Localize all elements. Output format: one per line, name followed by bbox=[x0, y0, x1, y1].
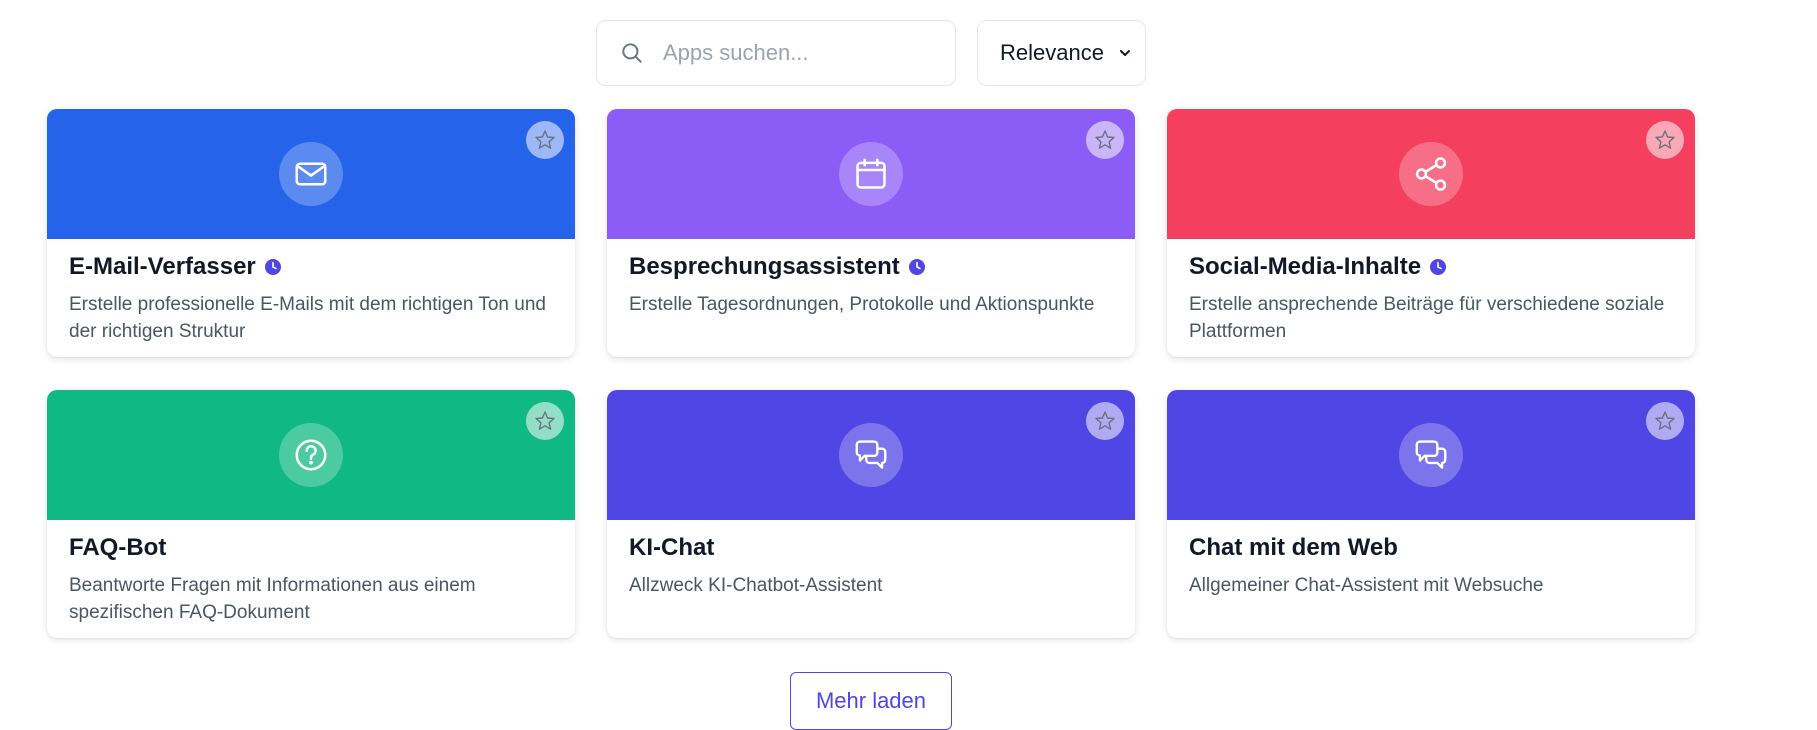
card-body: KI-Chat Allzweck KI-Chatbot-Assistent bbox=[607, 520, 1135, 599]
card-title: E-Mail-Verfasser bbox=[69, 253, 256, 280]
card-description: Allgemeiner Chat-Assistent mit Websuche bbox=[1189, 575, 1544, 596]
card-body: Chat mit dem Web Allgemeiner Chat-Assist… bbox=[1167, 520, 1695, 599]
card-banner bbox=[1167, 390, 1695, 520]
favorite-button[interactable] bbox=[1646, 402, 1684, 440]
card-banner bbox=[607, 390, 1135, 520]
load-more-button[interactable]: Mehr laden bbox=[790, 672, 952, 730]
app-card[interactable]: E-Mail-Verfasser Erstelle professionelle… bbox=[47, 109, 575, 357]
clock-icon bbox=[264, 259, 281, 275]
sort-selected-value: Relevance bbox=[1000, 40, 1104, 65]
card-body: Besprechungsassistent Erstelle Tagesordn… bbox=[607, 239, 1135, 318]
calendar-icon bbox=[856, 158, 886, 189]
chat-icon bbox=[1415, 440, 1447, 469]
clock-icon bbox=[1430, 259, 1447, 275]
mail-icon bbox=[295, 162, 327, 186]
card-banner bbox=[607, 109, 1135, 239]
card-description: Erstelle Tagesordnungen, Protokolle und … bbox=[629, 294, 1095, 315]
app-card[interactable]: FAQ-Bot Beantworte Fragen mit Informatio… bbox=[47, 390, 575, 638]
card-banner bbox=[47, 109, 575, 239]
card-icon-circle bbox=[279, 142, 343, 206]
card-banner bbox=[47, 390, 575, 520]
chevron-down-icon bbox=[1120, 50, 1130, 56]
share-icon bbox=[1415, 157, 1447, 191]
star-icon bbox=[535, 130, 555, 149]
card-description: Beantworte Fragen mit Informationen aus … bbox=[69, 575, 476, 623]
card-description: Erstelle ansprechende Beiträge für versc… bbox=[1189, 294, 1665, 342]
star-icon bbox=[1655, 411, 1675, 430]
card-body: FAQ-Bot Beantworte Fragen mit Informatio… bbox=[47, 520, 575, 626]
star-icon bbox=[1095, 130, 1115, 149]
favorite-button[interactable] bbox=[1086, 121, 1124, 159]
star-icon bbox=[1655, 130, 1675, 149]
favorite-button[interactable] bbox=[526, 402, 564, 440]
card-title: KI-Chat bbox=[629, 534, 715, 561]
card-body: E-Mail-Verfasser Erstelle professionelle… bbox=[47, 239, 575, 345]
chat-icon bbox=[855, 440, 887, 469]
card-description: Allzweck KI-Chatbot-Assistent bbox=[629, 575, 883, 596]
search-icon bbox=[622, 43, 642, 63]
star-icon bbox=[1095, 411, 1115, 430]
card-body: Social-Media-Inhalte Erstelle ansprechen… bbox=[1167, 239, 1695, 345]
app-card[interactable]: Besprechungsassistent Erstelle Tagesordn… bbox=[607, 109, 1135, 357]
card-title-row: Social-Media-Inhalte bbox=[1189, 253, 1673, 281]
card-title-row: KI-Chat bbox=[629, 534, 1113, 562]
card-icon-circle bbox=[839, 423, 903, 487]
app-card[interactable]: Chat mit dem Web Allgemeiner Chat-Assist… bbox=[1167, 390, 1695, 638]
favorite-button[interactable] bbox=[1646, 121, 1684, 159]
app-card[interactable]: KI-Chat Allzweck KI-Chatbot-Assistent bbox=[607, 390, 1135, 638]
card-icon-circle bbox=[279, 423, 343, 487]
card-icon-circle bbox=[839, 142, 903, 206]
card-title: FAQ-Bot bbox=[69, 534, 167, 561]
card-title: Chat mit dem Web bbox=[1189, 534, 1398, 561]
search-input[interactable] bbox=[661, 39, 945, 67]
card-title: Social-Media-Inhalte bbox=[1189, 253, 1422, 280]
card-description: Erstelle professionelle E-Mails mit dem … bbox=[69, 294, 546, 342]
card-title-row: FAQ-Bot bbox=[69, 534, 553, 562]
app-card[interactable]: Social-Media-Inhalte Erstelle ansprechen… bbox=[1167, 109, 1695, 357]
card-title-row: Besprechungsassistent bbox=[629, 253, 1113, 281]
clock-icon bbox=[908, 259, 925, 275]
card-banner bbox=[1167, 109, 1695, 239]
app-grid: E-Mail-Verfasser Erstelle professionelle… bbox=[47, 109, 1695, 638]
card-title-row: Chat mit dem Web bbox=[1189, 534, 1673, 562]
sort-select[interactable]: Relevance bbox=[977, 20, 1146, 86]
favorite-button[interactable] bbox=[526, 121, 564, 159]
star-icon bbox=[535, 411, 555, 430]
card-title: Besprechungsassistent bbox=[629, 253, 900, 280]
card-icon-circle bbox=[1399, 423, 1463, 487]
favorite-button[interactable] bbox=[1086, 402, 1124, 440]
card-title-row: E-Mail-Verfasser bbox=[69, 253, 553, 281]
card-icon-circle bbox=[1399, 142, 1463, 206]
toolbar: Relevance bbox=[596, 20, 1146, 86]
search-box[interactable] bbox=[596, 20, 956, 86]
question-icon bbox=[295, 439, 327, 471]
